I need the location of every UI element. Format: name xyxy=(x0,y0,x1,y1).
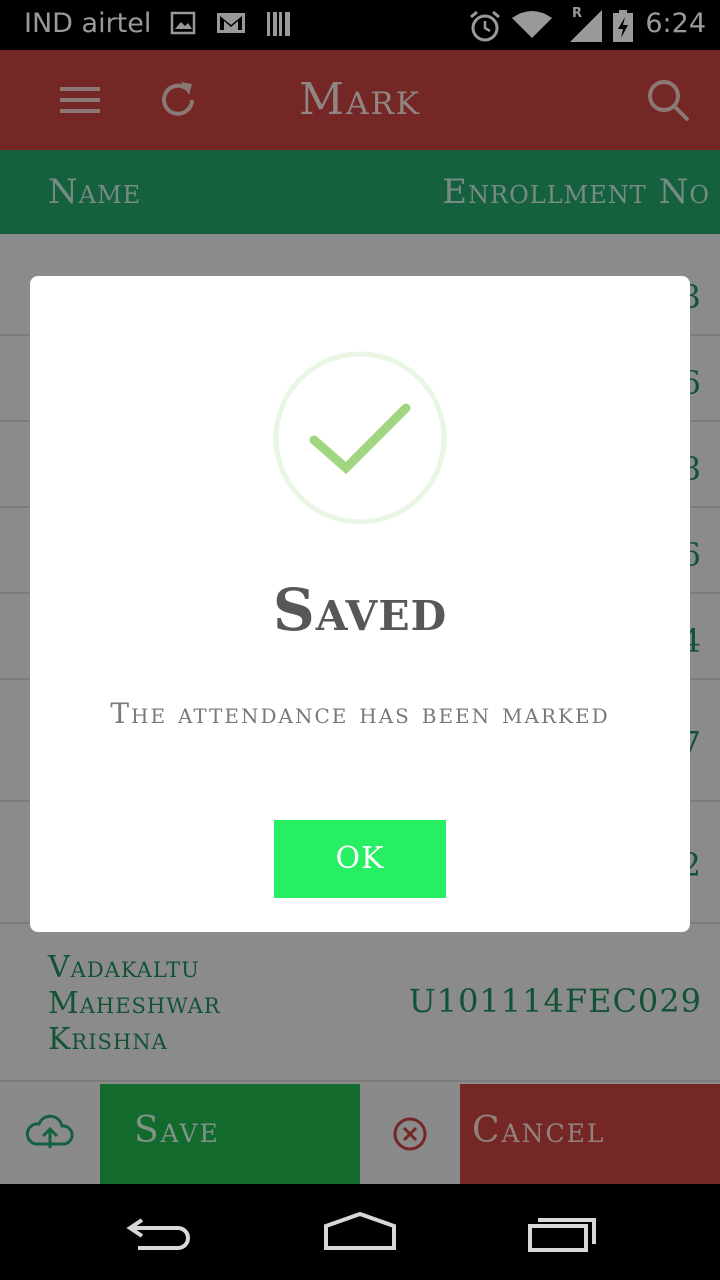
check-icon xyxy=(273,351,447,525)
dialog-message: The attendance has been marked xyxy=(110,697,610,730)
back-icon[interactable] xyxy=(120,1206,200,1256)
recents-icon[interactable] xyxy=(524,1206,604,1256)
home-icon[interactable] xyxy=(320,1206,400,1256)
ok-button[interactable]: OK xyxy=(274,820,446,898)
navigation-bar xyxy=(0,1184,720,1280)
success-dialog: Saved The attendance has been marked OK xyxy=(30,276,690,932)
dialog-title: Saved xyxy=(272,576,448,644)
